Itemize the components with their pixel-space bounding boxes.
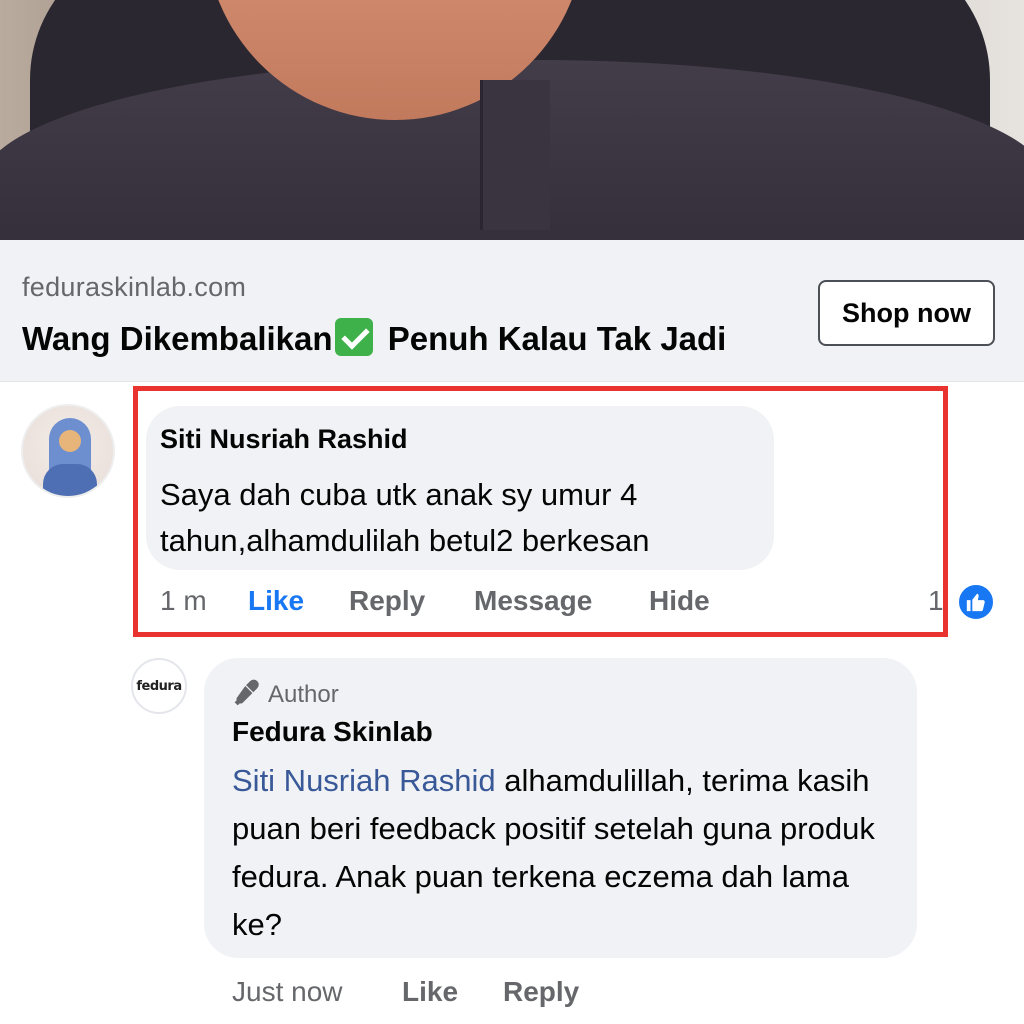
- fedura-avatar[interactable]: fedura: [131, 658, 187, 714]
- highlight-box: [133, 386, 948, 637]
- avatar[interactable]: [21, 404, 115, 498]
- ad-headline: Wang Dikembalikan Penuh Kalau Tak Jadi: [22, 318, 726, 358]
- author-badge-label: Author: [268, 681, 339, 708]
- reply-mention-link[interactable]: Siti Nusriah Rashid: [232, 763, 496, 798]
- reply-timestamp[interactable]: Just now: [232, 976, 343, 1008]
- author-badge: Author: [232, 678, 339, 709]
- like-reaction-icon[interactable]: [956, 582, 996, 622]
- shop-now-button[interactable]: Shop now: [818, 280, 995, 346]
- reply-reply-button[interactable]: Reply: [503, 976, 579, 1008]
- ad-headline-part2: Penuh Kalau Tak Jadi: [378, 320, 727, 357]
- thumbs-up-icon: [966, 593, 985, 612]
- reply-like-button[interactable]: Like: [402, 976, 458, 1008]
- ad-headline-part1: Wang Dikembalikan: [22, 320, 333, 357]
- video-frame[interactable]: [0, 0, 1024, 240]
- microphone-icon: [234, 679, 259, 706]
- avatar-face: [59, 430, 81, 452]
- reply-author[interactable]: Fedura Skinlab: [232, 716, 433, 748]
- check-mark-button-icon: [334, 318, 373, 356]
- shirt-collar: [480, 80, 550, 230]
- ad-domain: feduraskinlab.com: [22, 272, 247, 302]
- avatar-body: [43, 464, 97, 496]
- reply-text: Siti Nusriah Rashid alhamdulillah, terim…: [232, 757, 902, 949]
